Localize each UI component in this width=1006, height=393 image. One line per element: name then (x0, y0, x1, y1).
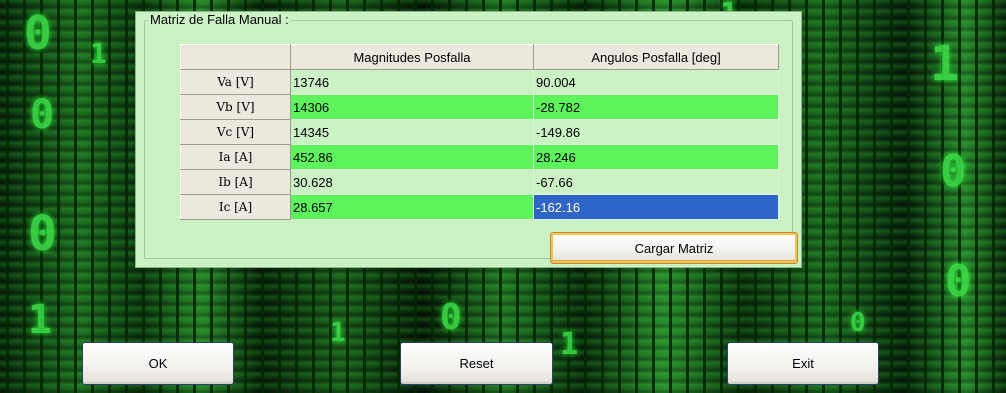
angle-cell[interactable]: -28.782 (533, 94, 779, 120)
panel-title: Matriz de Falla Manual : (148, 12, 291, 28)
table-row: Ib [A] 30.628 -67.66 (180, 169, 779, 195)
table-row: Va [V] 13746 90.004 (180, 69, 779, 95)
fault-matrix-grid: Magnitudes Posfalla Angulos Posfalla [de… (180, 44, 779, 220)
magnitude-cell[interactable]: 14306 (290, 94, 534, 120)
background-glyph: 1 (28, 297, 53, 343)
background-glyph: 1 (560, 327, 579, 362)
row-header[interactable]: Ia [A] (180, 144, 291, 170)
magnitude-cell[interactable]: 28.657 (290, 194, 534, 220)
reset-button[interactable]: Reset (400, 342, 553, 385)
row-header[interactable]: Vb [V] (180, 94, 291, 120)
angle-cell-selected[interactable]: -162.16 (533, 194, 779, 220)
load-matrix-button[interactable]: Cargar Matriz (550, 232, 798, 264)
magnitude-cell[interactable]: 30.628 (290, 169, 534, 195)
table-row: Vc [V] 14345 -149.86 (180, 119, 779, 145)
fault-matrix-panel: Matriz de Falla Manual : Magnitudes Posf… (135, 11, 802, 268)
angle-cell[interactable]: -67.66 (533, 169, 779, 195)
background-glyph: 1 (930, 36, 959, 92)
ok-button[interactable]: OK (82, 342, 234, 385)
background-glyph: 1 (90, 37, 107, 70)
angle-cell[interactable]: -149.86 (533, 119, 779, 145)
row-header[interactable]: Ic [A] (180, 194, 291, 220)
row-header[interactable]: Ib [A] (180, 169, 291, 195)
background-glyph: 0 (28, 206, 57, 262)
background-glyph: 0 (30, 92, 55, 138)
background-glyph: 0 (24, 6, 52, 60)
table-row: Ic [A] 28.657 -162.16 (180, 194, 779, 220)
row-header[interactable]: Va [V] (180, 69, 291, 95)
background-glyph: 0 (440, 297, 462, 338)
magnitude-cell[interactable]: 14345 (290, 119, 534, 145)
angle-cell[interactable]: 90.004 (533, 69, 779, 95)
table-row: Vb [V] 14306 -28.782 (180, 94, 779, 120)
background-glyph: 0 (850, 308, 866, 338)
background-glyph: 1 (330, 318, 346, 348)
magnitude-cell[interactable]: 452.86 (290, 144, 534, 170)
table-row: Ia [A] 452.86 28.246 (180, 144, 779, 170)
column-header-angles[interactable]: Angulos Posfalla [deg] (533, 44, 779, 70)
background-glyph: 0 (945, 256, 972, 307)
grid-header-row: Magnitudes Posfalla Angulos Posfalla [de… (180, 44, 779, 70)
angle-cell[interactable]: 28.246 (533, 144, 779, 170)
exit-button[interactable]: Exit (727, 342, 879, 385)
column-header-magnitudes[interactable]: Magnitudes Posfalla (290, 44, 534, 70)
row-header[interactable]: Vc [V] (180, 119, 291, 145)
grid-corner-header (180, 44, 291, 70)
magnitude-cell[interactable]: 13746 (290, 69, 534, 95)
background-glyph: 0 (940, 146, 967, 197)
